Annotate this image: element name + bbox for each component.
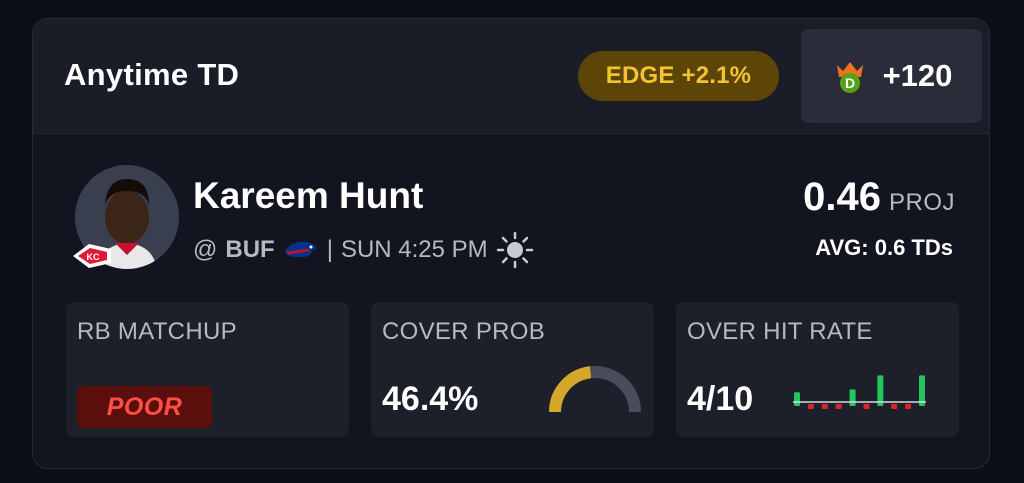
matchup-card[interactable]: RB MATCHUP POOR xyxy=(66,302,349,437)
cover-prob-value: 46.4% xyxy=(382,380,479,418)
opponent-abbr: BUF xyxy=(225,236,275,263)
separator: | xyxy=(326,236,333,263)
draftkings-crown-icon: D xyxy=(836,62,863,93)
game-info: @ BUF | SUN 4:25 PM xyxy=(193,231,534,269)
cover-prob-label: COVER PROB xyxy=(382,318,546,345)
projection-value: 0.46 xyxy=(803,175,881,219)
cover-prob-card[interactable]: COVER PROB 46.4% xyxy=(371,302,654,437)
odds-value: +120 xyxy=(882,58,953,93)
player-row: KC Kareem Hunt @ BUF | SUN 4:25 PM 0.46 … xyxy=(33,133,989,303)
market-title: Anytime TD xyxy=(64,57,240,92)
hit-rate-card[interactable]: OVER HIT RATE 4/10 xyxy=(676,302,959,437)
opponent-prefix: @ xyxy=(193,236,218,263)
hit-rate-value: 4/10 xyxy=(687,380,754,418)
projection: 0.46 PROJ xyxy=(803,175,955,220)
gauge-fill xyxy=(549,366,592,413)
miss-bar xyxy=(835,404,842,409)
average-tds: AVG: 0.6 TDs xyxy=(815,235,953,260)
card-header: Anytime TD EDGE +2.1% D +120 xyxy=(33,19,989,134)
miss-bar xyxy=(821,404,828,409)
sun-icon xyxy=(496,231,533,269)
svg-text:D: D xyxy=(845,75,855,91)
odds-button[interactable]: D +120 xyxy=(801,29,982,123)
hit-rate-sparkline xyxy=(793,375,926,409)
miss-bar xyxy=(905,404,912,409)
miss-bar xyxy=(863,404,870,409)
edge-badge: EDGE +2.1% xyxy=(578,51,779,101)
matchup-label: RB MATCHUP xyxy=(77,318,237,345)
buffalo-bills-logo xyxy=(284,241,317,257)
prop-card[interactable]: Anytime TD EDGE +2.1% D +120 KC Kareem H… xyxy=(32,18,990,469)
miss-bar xyxy=(891,404,898,409)
game-time: SUN 4:25 PM xyxy=(340,236,488,263)
player-name[interactable]: Kareem Hunt xyxy=(193,175,423,217)
kansas-city-chiefs-logo: KC xyxy=(73,244,111,268)
miss-bar xyxy=(807,404,814,409)
hit-bar xyxy=(794,392,800,406)
hit-rate-label: OVER HIT RATE xyxy=(687,318,873,345)
cover-prob-gauge xyxy=(549,366,641,413)
hit-bar xyxy=(849,389,856,406)
matchup-rating-badge: POOR xyxy=(77,386,212,428)
projection-label: PROJ xyxy=(888,189,955,216)
svg-text:KC: KC xyxy=(87,252,100,262)
